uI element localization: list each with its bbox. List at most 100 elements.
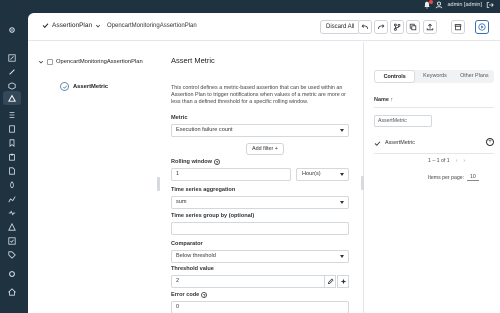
threshold-input[interactable]: 2 — [171, 275, 325, 288]
header-divider — [374, 107, 494, 108]
add-filter-label: Add filter — [252, 146, 274, 152]
redo-icon — [378, 24, 385, 30]
prev-page-icon[interactable]: ‹ — [456, 158, 458, 164]
sort-arrow-up-icon: ↑ — [390, 97, 394, 103]
tree-root-node[interactable]: OpencartMonitoringAssertionPlan — [38, 59, 143, 65]
control-row[interactable]: AssertMetric + — [374, 137, 494, 149]
plan-selector[interactable]: AssertionPlan — [42, 22, 101, 29]
user-icon[interactable] — [435, 1, 443, 9]
add-control-plus-icon[interactable]: + — [486, 138, 494, 146]
left-splitter-handle[interactable] — [157, 177, 160, 191]
cube-icon[interactable] — [7, 81, 17, 91]
comparator-label: Comparator — [171, 241, 203, 247]
copy-button[interactable] — [406, 20, 420, 34]
checklist-icon[interactable] — [7, 236, 17, 246]
play-icon — [478, 23, 486, 31]
clipboard-icon[interactable] — [7, 152, 17, 162]
admin-gear-icon[interactable] — [7, 269, 17, 279]
metric-label: Metric — [171, 115, 188, 121]
tab-controls[interactable]: Controls — [374, 70, 416, 83]
check-icon — [374, 140, 381, 146]
notification-badge — [429, 0, 434, 4]
group-by-input[interactable] — [171, 222, 349, 235]
run-button[interactable] — [475, 20, 489, 34]
help-icon[interactable]: ? — [201, 292, 208, 298]
edit-threshold-button[interactable] — [324, 275, 336, 288]
pencil-icon — [327, 278, 333, 285]
items-per-page: Items per page: 10 — [428, 174, 479, 181]
error-code-label: Error code ? — [171, 292, 208, 298]
plan-type-label: AssertionPlan — [52, 22, 93, 29]
tree-root-checkbox[interactable] — [47, 59, 53, 65]
redo-button[interactable] — [374, 20, 388, 34]
tab-keywords[interactable]: Keywords — [415, 70, 454, 83]
add-filter-button[interactable]: Add filter + — [246, 143, 284, 155]
bookmark-icon[interactable] — [7, 138, 17, 148]
export-button[interactable] — [423, 20, 437, 34]
notification-bell-icon[interactable] — [423, 0, 434, 9]
comparator-select[interactable]: Below threshold — [171, 250, 349, 263]
file-icon[interactable] — [7, 166, 17, 176]
discard-all-button[interactable]: Discard All — [320, 20, 361, 34]
upload-icon — [426, 23, 434, 31]
right-panel: Controls Keywords Other Plans Name ↑ Ass… — [368, 42, 500, 313]
rolling-window-input[interactable]: 1 — [171, 168, 291, 181]
row-divider — [374, 153, 494, 154]
plan-name: OpencartMonitoringAssertionPlan — [107, 23, 197, 29]
error-code-label-text: Error code — [171, 292, 200, 298]
right-splitter-handle[interactable] — [361, 176, 364, 190]
dynamic-value-button[interactable] — [337, 275, 349, 288]
threshold-label: Threshold value — [171, 266, 214, 272]
caret-down-icon — [340, 173, 344, 176]
rolling-window-unit-select[interactable]: Hour(s) — [296, 168, 349, 181]
main-panel: AssertionPlan OpencartMonitoringAssertio… — [28, 13, 500, 313]
control-row-label: AssertMetric — [385, 140, 415, 146]
column-header-label: Name — [374, 97, 389, 103]
tag-icon[interactable] — [7, 250, 17, 260]
name-filter-input[interactable]: AssertMetric — [374, 115, 432, 127]
rocket-icon[interactable] — [7, 180, 17, 190]
archive-button[interactable] — [451, 20, 465, 34]
aggregation-value: sum — [176, 199, 187, 205]
aggregation-label: Time series aggregation — [171, 187, 236, 193]
rolling-window-unit-value: Hour(s) — [302, 171, 321, 177]
items-per-page-select[interactable]: 10 — [467, 174, 479, 181]
rolling-window-label-text: Rolling window — [171, 159, 213, 165]
help-icon[interactable]: ? — [214, 159, 221, 165]
versions-button[interactable] — [390, 20, 404, 34]
column-header-name[interactable]: Name ↑ — [374, 97, 393, 103]
chevron-down-icon[interactable] — [38, 59, 44, 65]
edit-icon[interactable] — [7, 53, 17, 63]
document-icon[interactable] — [7, 124, 17, 134]
alert-icon[interactable] — [7, 222, 17, 232]
node-check-icon — [60, 82, 69, 91]
tree-child-label: AssertMetric — [73, 83, 109, 90]
undo-button[interactable] — [358, 20, 372, 34]
error-code-input[interactable]: 0 — [171, 301, 349, 313]
left-nav-rail — [0, 13, 24, 313]
home-icon[interactable] — [7, 287, 17, 297]
copy-icon — [409, 23, 417, 31]
tree-child-node[interactable]: AssertMetric — [60, 82, 108, 91]
heartbeat-icon[interactable] — [7, 208, 17, 218]
page-range: 1 – 1 of 1 — [428, 158, 450, 164]
aggregation-select[interactable]: sum — [171, 196, 349, 209]
form-title: Assert Metric — [171, 56, 215, 65]
editor-toolbar: AssertionPlan OpencartMonitoringAssertio… — [28, 13, 500, 41]
branch-icon — [394, 23, 401, 31]
tab-other-plans[interactable]: Other Plans — [455, 70, 494, 83]
logout-icon[interactable] — [486, 1, 494, 9]
metric-select[interactable]: Execution failure count — [171, 124, 349, 137]
brush-icon[interactable] — [7, 67, 17, 77]
caret-down-icon — [340, 201, 344, 204]
user-name[interactable]: admin [admin] — [447, 2, 482, 8]
archive-icon — [454, 24, 462, 31]
plan-tree: OpencartMonitoringAssertionPlan AssertMe… — [28, 42, 158, 313]
chart-icon[interactable] — [7, 194, 17, 204]
list-icon[interactable] — [7, 110, 17, 120]
right-panel-tabs: Controls Keywords Other Plans — [374, 70, 494, 83]
settings-gear-icon[interactable] — [7, 25, 17, 35]
plans-icon[interactable] — [7, 93, 17, 103]
metric-value: Execution failure count — [176, 127, 233, 133]
next-page-icon[interactable]: › — [463, 158, 465, 164]
